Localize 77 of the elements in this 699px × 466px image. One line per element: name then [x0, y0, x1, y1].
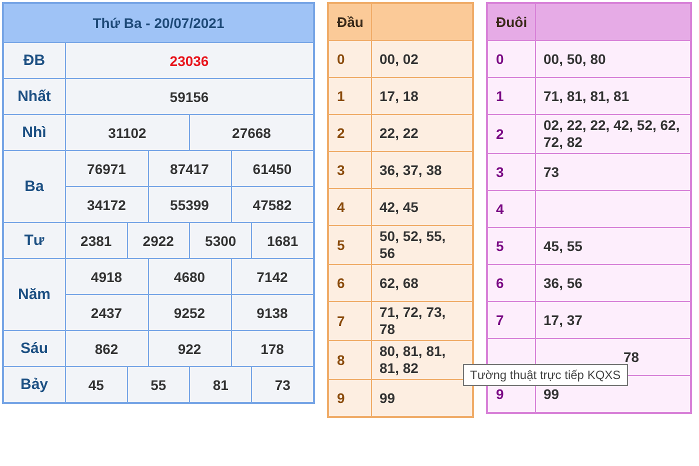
number-list: 99	[544, 386, 560, 402]
number-list: 80, 81, 81, 81, 82	[380, 343, 446, 376]
number-list: 78	[624, 348, 640, 364]
prize-number: 87417	[148, 150, 231, 186]
digit-label: 3	[496, 164, 504, 180]
prize-number: 1681	[252, 222, 314, 258]
number-list: 22, 22	[380, 124, 418, 140]
prize-number: 76971	[65, 150, 148, 186]
prize-label: Tư	[3, 222, 65, 258]
prize-number: 9138	[231, 294, 314, 330]
prize-label: Sáu	[3, 330, 65, 366]
prize-number: 2922	[127, 222, 190, 258]
number-list: 00, 50, 80	[544, 50, 606, 66]
number-list: 36, 37, 38	[380, 162, 442, 178]
digit-label: 0	[496, 51, 504, 67]
digit-label: 6	[496, 275, 504, 291]
prize-number: 47582	[231, 186, 314, 222]
prize-number: 31102	[65, 114, 190, 150]
tooltip: Tường thuật trực tiếp KQXS	[463, 364, 628, 386]
number-list: 50, 52, 55, 56	[380, 228, 446, 261]
prize-number: 55	[127, 366, 190, 403]
prize-label: Nhì	[3, 114, 65, 150]
prize-number: 5300	[190, 222, 252, 258]
number-list: 17, 18	[380, 88, 418, 104]
prize-number: 81	[190, 366, 252, 403]
prize-number: 2437	[65, 294, 148, 330]
prize-number: 34172	[65, 186, 148, 222]
number-list: 17, 37	[544, 312, 582, 328]
prize-label: Bảy	[3, 366, 65, 403]
number-list: 42, 45	[380, 198, 418, 214]
prize-label: ĐB	[3, 42, 65, 78]
digit-label: 4	[496, 201, 504, 217]
number-list: 71, 72, 73, 78	[380, 304, 446, 337]
prize-number: 45	[65, 366, 128, 403]
prize-number: 4918	[65, 258, 148, 294]
prize-number: 178	[231, 330, 314, 366]
prize-label: Ba	[3, 150, 65, 222]
digit-label: 1	[496, 88, 504, 104]
number-list: 36, 56	[544, 274, 582, 290]
prize-number: 2381	[65, 222, 128, 258]
column-heading: Đuôi	[487, 3, 535, 40]
digit-label: 9	[496, 386, 504, 402]
prize-number: 55399	[148, 186, 231, 222]
prize-number: 61450	[231, 150, 314, 186]
digit-label: 2	[337, 125, 345, 141]
number-list: 45, 55	[544, 238, 582, 254]
digit-label: 0	[337, 51, 345, 67]
prize-number: 9252	[148, 294, 231, 330]
table-title: Thứ Ba - 20/07/2021	[3, 3, 314, 42]
digit-label: 4	[337, 199, 345, 215]
prize-number: 59156	[65, 78, 314, 114]
prize-number: 23036	[65, 42, 314, 78]
prize-number: 7142	[231, 258, 314, 294]
number-list: 00, 02	[380, 50, 418, 66]
digit-label: 3	[337, 162, 345, 178]
digit-label: 7	[496, 312, 504, 328]
number-list: 62, 68	[380, 274, 418, 290]
digit-label: 5	[337, 237, 345, 253]
column-heading: Đầu	[328, 3, 371, 40]
number-list: 99	[380, 390, 396, 406]
digit-label: 8	[337, 352, 345, 368]
digit-label: 1	[337, 88, 345, 104]
number-list: 71, 81, 81, 81	[544, 88, 630, 104]
digit-label: 7	[337, 313, 345, 329]
digit-label: 6	[337, 275, 345, 291]
prize-number: 862	[65, 330, 148, 366]
digit-label: 9	[337, 390, 345, 406]
prize-label: Nhất	[3, 78, 65, 114]
number-list: 02, 22, 22, 42, 52, 62, 72, 82	[544, 117, 680, 150]
digit-label: 5	[496, 238, 504, 254]
digit-label: 2	[496, 126, 504, 142]
prize-label: Năm	[3, 258, 65, 330]
prize-number: 922	[148, 330, 231, 366]
prize-number: 4680	[148, 258, 231, 294]
prize-number: 73	[252, 366, 314, 403]
prize-number: 27668	[190, 114, 314, 150]
number-list: 73	[544, 164, 560, 180]
